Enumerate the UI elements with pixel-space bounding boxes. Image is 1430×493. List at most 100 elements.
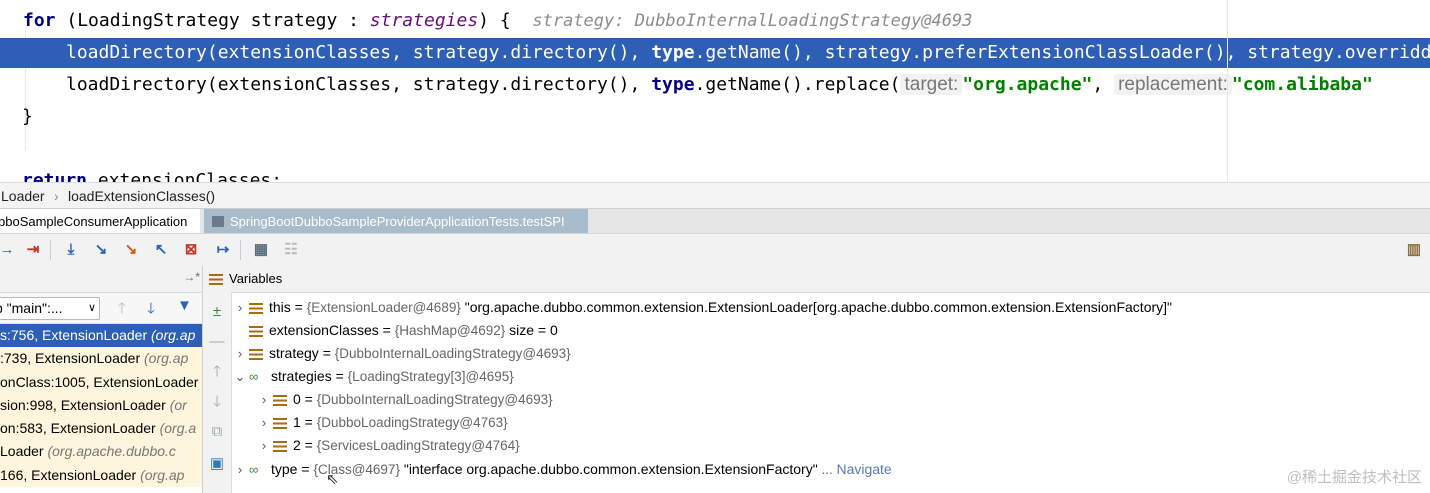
variable-type: {ServicesLoadingStrategy@4764} xyxy=(316,438,520,453)
frame-class: (org.a xyxy=(159,420,197,437)
code-text: (LoadingStrategy strategy : xyxy=(55,10,370,31)
arrow-up-icon[interactable]: 🡑 xyxy=(118,298,126,323)
new-watch-icon[interactable]: ± xyxy=(207,302,227,322)
step-out-icon[interactable]: ↖ xyxy=(150,239,172,261)
step-over-icon[interactable]: ⇥ xyxy=(22,239,44,261)
remove-watch-icon[interactable]: — xyxy=(207,332,227,352)
filter-icon[interactable]: ▼ xyxy=(177,297,192,314)
code-text: ) { xyxy=(478,10,511,31)
code-line-close-brace[interactable]: } xyxy=(22,102,33,132)
watch-icon: ∞ xyxy=(249,462,259,477)
breadcrumb-class[interactable]: Loader xyxy=(1,183,45,209)
variable-type: {ExtensionLoader@4689} xyxy=(306,300,461,315)
variable-name: extensionClasses xyxy=(269,322,379,338)
code-text: loadDirectory(extensionClasses, strategy… xyxy=(66,42,652,63)
copy-icon[interactable]: ⧉ xyxy=(207,422,227,442)
parameter-hint: replacement: xyxy=(1114,74,1232,95)
variable-row-strategy[interactable]: › strategy = {DubboInternalLoadingStrateg… xyxy=(231,342,571,365)
variables-title: Variables xyxy=(229,271,283,286)
frame-class: (or xyxy=(169,396,187,413)
code-editor[interactable]: for (LoadingStrategy strategy : strategi… xyxy=(0,0,1430,182)
field-icon xyxy=(249,302,263,314)
code-line-for[interactable]: for (LoadingStrategy strategy : strategi… xyxy=(23,6,972,36)
tab-provider-tests[interactable]: SpringBootDubboSampleProviderApplication… xyxy=(204,209,588,234)
code-line-current[interactable]: loadDirectory(extensionClasses, strategy… xyxy=(0,38,1430,68)
variable-eq: = xyxy=(300,391,317,407)
variables-header: Variables xyxy=(203,266,1430,293)
code-line-replace[interactable]: loadDirectory(extensionClasses, strategy… xyxy=(66,70,1373,100)
tab-label: bboSampleConsumerApplication xyxy=(0,214,188,229)
code-text: , xyxy=(1092,74,1115,95)
variable-row-extensionClasses[interactable]: extensionClasses = {HashMap@4692} size =… xyxy=(249,319,558,342)
show-execution-point-icon[interactable]: → xyxy=(0,239,18,261)
navigate-link[interactable]: Navigate xyxy=(836,461,891,477)
frame-item[interactable]: Loader (org.apache.dubbo.c xyxy=(0,440,202,464)
code-text: .getName(), strategy.preferExtensionClas… xyxy=(694,42,1430,63)
code-field: strategies xyxy=(369,10,479,31)
frame-class: (org.apache.dubbo.c xyxy=(47,443,176,460)
chevron-right-icon[interactable]: › xyxy=(255,388,273,411)
frame-item[interactable]: :739, ExtensionLoader (org.ap xyxy=(0,347,202,371)
variable-row-strategies[interactable]: ⌄ ∞ strategies = {LoadingStrategy[3]@4695} xyxy=(231,365,514,388)
variable-type: {HashMap@4692} xyxy=(394,323,506,338)
variable-eq: = xyxy=(331,368,348,384)
frame-item[interactable]: 166, ExtensionLoader (org.ap xyxy=(0,463,202,488)
variable-name: 2 xyxy=(293,437,301,453)
tab-consumer-application[interactable]: bboSampleConsumerApplication xyxy=(0,209,200,236)
code-text: .getName().replace( xyxy=(694,74,901,95)
variable-row-this[interactable]: › this = {ExtensionLoader@4689} "org.apac… xyxy=(231,296,1172,319)
frame-class: (org.ap xyxy=(140,466,185,483)
step-over-button-icon[interactable]: ⤓ xyxy=(60,239,82,261)
variable-ellipsis: ... xyxy=(817,462,837,477)
frame-item[interactable]: onClass:1005, ExtensionLoader xyxy=(0,370,202,394)
chevron-right-icon[interactable]: › xyxy=(255,411,273,434)
variable-row-element-2[interactable]: › 2 = {ServicesLoadingStrategy@4764} xyxy=(255,434,520,457)
move-down-icon[interactable]: 🡓 xyxy=(207,392,227,412)
variables-icon xyxy=(209,274,223,286)
thread-selector[interactable]: p "main":... ∨ xyxy=(0,297,100,320)
restore-layout-icon[interactable]: ▥ xyxy=(1403,239,1425,261)
frame-location: on:583, ExtensionLoader xyxy=(0,420,160,437)
chevron-right-icon[interactable]: › xyxy=(231,458,249,481)
frame-item[interactable]: s:756, ExtensionLoader (org.ap xyxy=(0,324,202,348)
trace-icon[interactable]: ☷ xyxy=(280,239,302,261)
variable-row-element-1[interactable]: › 1 = {DubboLoadingStrategy@4763} xyxy=(255,411,508,434)
variable-row-element-0[interactable]: › 0 = {DubboInternalLoadingStrategy@4693} xyxy=(255,388,553,411)
keyword: for xyxy=(23,10,56,31)
variable-value: "interface org.apache.dubbo.common.exten… xyxy=(399,461,818,477)
code-line-return-clip: return extensionClasses; xyxy=(0,150,858,182)
variable-eq: = xyxy=(300,437,317,453)
step-into-icon[interactable]: ↘ xyxy=(90,239,112,261)
variable-name: this xyxy=(269,299,291,315)
breadcrumb-method[interactable]: loadExtensionClasses() xyxy=(68,183,215,209)
variable-type: {DubboInternalLoadingStrategy@4693} xyxy=(316,392,553,407)
frame-location: :739, ExtensionLoader xyxy=(0,350,144,367)
thread-toolbar: p "main":... ∨ 🡑 🡓 ▼ xyxy=(0,293,202,324)
frames-header: →* xyxy=(0,266,202,293)
chevron-down-icon: ∨ xyxy=(87,302,96,314)
code-text: } xyxy=(22,106,33,127)
arrow-down-icon[interactable]: 🡓 xyxy=(147,298,155,323)
force-step-into-icon[interactable]: ↘ xyxy=(120,239,142,261)
chevron-right-icon[interactable]: › xyxy=(231,296,249,319)
watermark: @稀土掘金技术社区 xyxy=(1286,469,1422,486)
frame-item[interactable]: sion:998, ExtensionLoader (or xyxy=(0,393,202,418)
code-line-return[interactable]: return extensionClasses; xyxy=(22,166,282,182)
variable-eq: = xyxy=(300,414,317,430)
inline-debug-value: strategy: DubboInternalLoadingStrategy@4… xyxy=(532,11,973,31)
chevron-right-icon[interactable]: › xyxy=(231,342,249,365)
evaluate-expression-icon[interactable]: ▦ xyxy=(250,239,272,261)
frame-item[interactable]: on:583, ExtensionLoader (org.a xyxy=(0,417,202,441)
variable-eq: = xyxy=(318,345,335,361)
variable-eq: = xyxy=(290,299,307,315)
chevron-down-icon[interactable]: ⌄ xyxy=(231,365,249,388)
code-text: extensionClasses; xyxy=(87,170,283,182)
pin-icon[interactable]: →* xyxy=(183,270,200,284)
run-to-cursor-icon[interactable]: ↦ xyxy=(212,239,234,261)
chevron-right-icon[interactable]: › xyxy=(255,434,273,457)
show-types-icon[interactable]: ▣ xyxy=(207,454,227,474)
move-up-icon[interactable]: 🡑 xyxy=(207,362,227,382)
field-icon xyxy=(273,394,287,406)
drop-frame-icon[interactable]: ⊠ xyxy=(180,239,202,261)
variable-type: {LoadingStrategy[3]@4695} xyxy=(347,369,514,384)
